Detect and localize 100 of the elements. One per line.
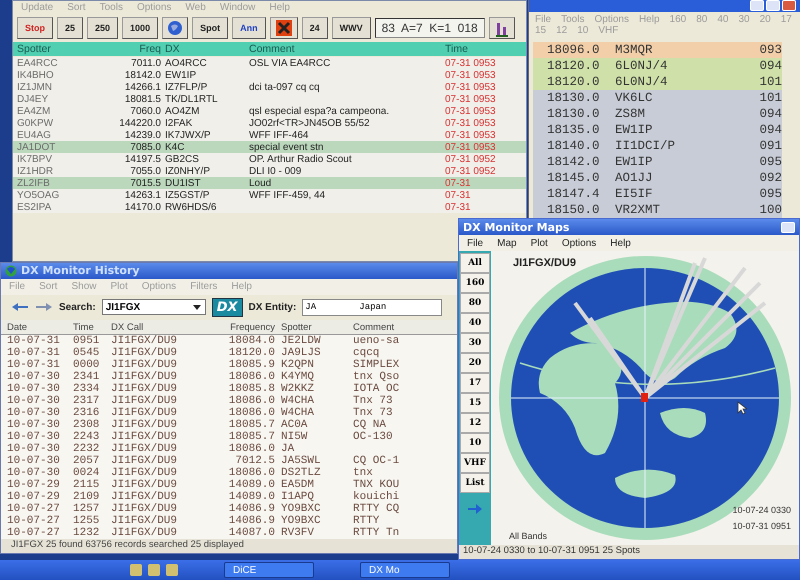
spot-row[interactable]: G0KPW 144220.0 I2FAK JO02rf<TR>JN45OB 55/52 07-31 0953 bbox=[13, 117, 526, 129]
band-button[interactable]: 20 bbox=[460, 353, 490, 373]
status-bar: 10-07-24 0330 to 10-07-31 0951 25 Spots bbox=[459, 545, 799, 559]
band-button[interactable]: List bbox=[460, 473, 490, 493]
column-header[interactable]: Date bbox=[7, 322, 67, 333]
column-header[interactable]: Time bbox=[73, 322, 105, 333]
band-button[interactable]: All bbox=[460, 253, 490, 273]
history-row[interactable]: 10-07-31 0951 JI1FGX/DU9 18084.0 JE2LDW ueno-sa bbox=[1, 335, 457, 348]
spot-row[interactable]: IZ1JMN 14266.1 IZ7FLP/P dci ta-097 cq cq 07-31 0953 bbox=[13, 81, 526, 93]
mouse-cursor-icon bbox=[737, 401, 747, 415]
band-button[interactable]: 30 bbox=[460, 333, 490, 353]
band-map-row[interactable]: 18135.0 EW1IP 094 bbox=[533, 122, 782, 138]
history-row[interactable]: 10-07-30 2232 JI1FGX/DU9 18086.0 JA bbox=[1, 443, 457, 456]
band-map-row[interactable]: 18145.0 AO1JJ 092 bbox=[533, 170, 782, 186]
toolbar-button[interactable]: 1000 bbox=[122, 16, 158, 38]
column-header[interactable]: Spotter bbox=[17, 43, 99, 55]
window-title: DX Monitor History bbox=[1, 263, 457, 279]
toolbar-button[interactable]: 250 bbox=[87, 16, 118, 38]
history-row[interactable]: 10-07-30 0024 JI1FGX/DU9 18086.0 DS2TLZ tnx bbox=[1, 467, 457, 480]
band-map-row[interactable]: 18130.0 VK6LC 101 bbox=[533, 90, 782, 106]
toolbar-button[interactable]: Ann bbox=[232, 16, 266, 38]
entity-label: DX Entity: bbox=[248, 302, 296, 313]
band-map-row[interactable]: 18150.0 VR2XMT 100 bbox=[533, 202, 782, 218]
date-label: 10-07-24 0330 bbox=[732, 505, 791, 515]
history-row[interactable]: 10-07-29 2109 JI1FGX/DU9 14089.0 I1APQ kouichi bbox=[1, 491, 457, 504]
band-button[interactable]: 160 bbox=[460, 273, 490, 293]
menu-item[interactable]: Map bbox=[497, 238, 517, 248]
history-row[interactable]: 10-07-30 2057 JI1FGX/DU9 7012.5 JA5SWL CQ OC-1 bbox=[1, 455, 457, 468]
spot-row[interactable]: IK4BHO 18142.0 EW1IP 07-31 0953 bbox=[13, 69, 526, 81]
back-arrow-icon[interactable] bbox=[11, 302, 29, 312]
status-bar: JI1FGX 25 found 63756 records searched 25 displayed bbox=[1, 539, 457, 554]
globe-icon[interactable] bbox=[162, 16, 188, 38]
dx-logo[interactable]: DX bbox=[212, 298, 243, 317]
callsign-label: JI1FGX/DU9 bbox=[513, 257, 576, 269]
minimize-button[interactable] bbox=[781, 222, 795, 232]
search-field[interactable]: JI1FGX bbox=[102, 299, 206, 316]
history-row[interactable]: 10-07-31 0000 JI1FGX/DU9 18085.9 K2QPN SIMPLEX bbox=[1, 359, 457, 372]
column-header[interactable]: Comment bbox=[353, 322, 457, 333]
taskbar-button[interactable]: DX Mo bbox=[360, 562, 450, 578]
spot-row[interactable]: YO5OAG 14263.1 IZ5GST/P WFF IFF-459, 44 07-31 bbox=[13, 189, 526, 201]
close-button[interactable] bbox=[782, 0, 796, 11]
toolbar-button[interactable]: 25 bbox=[57, 16, 84, 38]
history-row[interactable]: 10-07-31 0545 JI1FGX/DU9 18120.0 JA9LJS cqcq bbox=[1, 347, 457, 360]
toolbar-button[interactable]: Spot bbox=[192, 16, 228, 38]
history-row[interactable]: 10-07-30 2316 JI1FGX/DU9 18086.0 W4CHA Tnx 73 bbox=[1, 407, 457, 420]
band-map-row[interactable]: 18140.0 II1DCI/P 091 bbox=[533, 138, 782, 154]
band-button[interactable]: 17 bbox=[460, 373, 490, 393]
history-row[interactable]: 10-07-30 2317 JI1FGX/DU9 18086.0 W4CHA Tnx 73 bbox=[1, 395, 457, 408]
history-row[interactable]: 10-07-27 1255 JI1FGX/DU9 14086.9 YO9BXC RTTY bbox=[1, 515, 457, 528]
spot-row[interactable]: IK7BPV 14197.5 GB2CS OP. Arthur Radio Scout 07-31 0952 bbox=[13, 153, 526, 165]
app-icon bbox=[5, 264, 17, 277]
band-map-row[interactable]: 18096.0 M3MQR 093 bbox=[533, 42, 782, 58]
toolbar-button[interactable]: 24 bbox=[302, 16, 328, 38]
search-label: Search: bbox=[59, 302, 96, 313]
history-row[interactable]: 10-07-27 1232 JI1FGX/DU9 14087.0 RV3FV RTTY Tn bbox=[1, 527, 457, 540]
spot-row[interactable]: EU4AG 14239.0 IK7JWX/P WFF IFF-464 07-31 0953 bbox=[13, 129, 526, 141]
spot-row[interactable]: ZL2IFB 7015.5 DU1IST Loud 07-31 bbox=[13, 177, 526, 189]
band-map-row[interactable]: 18147.4 EI5IF 095 bbox=[533, 186, 782, 202]
toolbar-button[interactable]: Stop bbox=[17, 16, 53, 38]
solar-readout: 83 A=7 K=1 018 bbox=[374, 18, 485, 38]
column-header[interactable]: DX bbox=[165, 43, 245, 55]
history-row[interactable]: 10-07-30 2334 JI1FGX/DU9 18085.8 W2KKZ IOTA OC bbox=[1, 383, 457, 396]
forward-arrow-icon[interactable] bbox=[35, 302, 53, 312]
spot-row[interactable]: IZ1HDR 7055.0 IZ0NHY/P DLI I0 - 009 07-31 0952 bbox=[13, 165, 526, 177]
menu-item[interactable]: File bbox=[467, 238, 484, 248]
band-button[interactable]: 15 bbox=[460, 393, 490, 413]
entity-field: JA Japan bbox=[302, 298, 442, 316]
history-row[interactable]: 10-07-30 2243 JI1FGX/DU9 18085.7 NI5W OC-130 bbox=[1, 431, 457, 444]
spot-row[interactable]: EA4ZM 7060.0 AO4ZM qsl especial espa?a campeona. 07-31 0953 bbox=[13, 105, 526, 117]
band-map-row[interactable]: 18120.0 6L0NJ/4 101 bbox=[533, 74, 782, 90]
column-header[interactable]: Freq bbox=[103, 43, 161, 55]
band-map-row[interactable]: 18120.0 6L0NJ/4 094 bbox=[533, 58, 782, 74]
menu-item[interactable]: Help bbox=[610, 238, 631, 248]
band-button[interactable]: 12 bbox=[460, 413, 490, 433]
band-map-row[interactable]: 18130.0 ZS8M 094 bbox=[533, 106, 782, 122]
column-header[interactable]: Frequency bbox=[213, 322, 275, 333]
history-row[interactable]: 10-07-29 2115 JI1FGX/DU9 14089.0 EA5DM TNX KOU bbox=[1, 479, 457, 492]
menu-item[interactable]: Options bbox=[562, 238, 596, 248]
column-header[interactable]: DX Call bbox=[111, 322, 207, 333]
spot-row[interactable]: DJ4EY 18081.5 TK/DL1RTL 07-31 0953 bbox=[13, 93, 526, 105]
toolbar-button[interactable]: WWV bbox=[332, 16, 371, 38]
history-row[interactable]: 10-07-27 1257 JI1FGX/DU9 14086.9 YO9BXC RTTY CQ bbox=[1, 503, 457, 516]
spot-row[interactable]: JA1DOT 7085.0 K4C special event stn 07-31 0953 bbox=[13, 141, 526, 153]
band-button[interactable]: 10 bbox=[460, 433, 490, 453]
spot-row[interactable]: ES2IPA 14170.0 RW6HDS/6 07-31 bbox=[13, 201, 526, 213]
band-button[interactable]: 40 bbox=[460, 313, 490, 333]
dropdown-caret-icon[interactable] bbox=[192, 304, 201, 310]
history-row[interactable]: 10-07-30 2308 JI1FGX/DU9 18085.7 AC0A CQ NA bbox=[1, 419, 457, 432]
spot-row[interactable]: EA4RCC 7011.0 AO4RCC OSL VIA EA4RCC 07-31 0953 bbox=[13, 57, 526, 69]
window-title: DX Monitor Maps bbox=[463, 220, 570, 234]
band-map-row[interactable]: 18142.0 EW1IP 095 bbox=[533, 154, 782, 170]
column-header[interactable]: Time bbox=[445, 43, 525, 55]
taskbar-button[interactable]: DiCE bbox=[224, 562, 314, 578]
column-header[interactable]: Spotter bbox=[281, 322, 347, 333]
band-button[interactable]: 80 bbox=[460, 293, 490, 313]
history-row[interactable]: 10-07-30 2341 JI1FGX/DU9 18086.0 K4YMQ tnx Qso bbox=[1, 371, 457, 384]
column-header[interactable]: Comment bbox=[249, 43, 441, 55]
band-button[interactable]: VHF bbox=[460, 453, 490, 473]
arrow-right-icon[interactable] bbox=[467, 503, 483, 515]
menu-item[interactable]: Plot bbox=[530, 238, 548, 248]
